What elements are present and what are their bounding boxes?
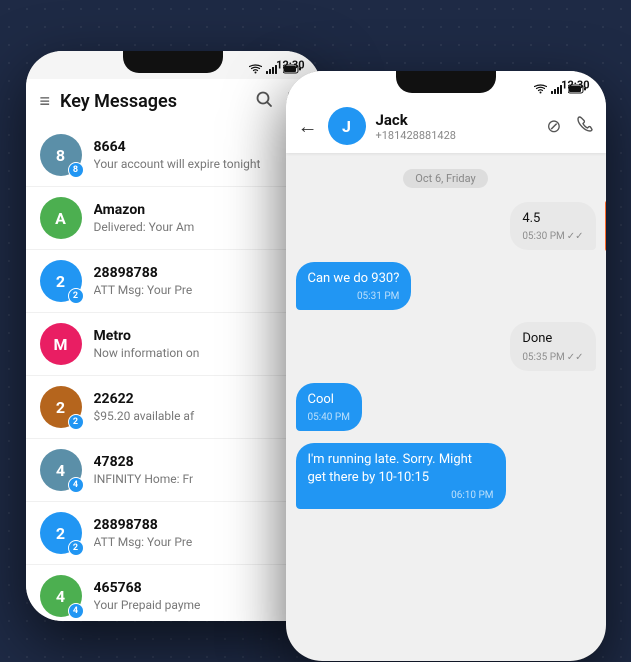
msg-sender: 47828: [94, 454, 307, 470]
checkmarks: ✓✓: [567, 231, 584, 242]
unread-badge: 2: [68, 414, 84, 430]
chat-screen: 12:30 ← J Jack +181428881428 ⊘: [286, 71, 606, 661]
avatar: 2 2: [40, 386, 82, 428]
menu-icon[interactable]: ≡: [40, 91, 51, 112]
avatar: 4 4: [40, 575, 82, 617]
bubble-time: 05:40 PM: [308, 412, 350, 423]
msg-sender: Metro: [94, 328, 307, 344]
chat-actions: ⊘: [546, 115, 593, 138]
bubble-text: I'm running late. Sorry. Might get there…: [308, 451, 494, 487]
list-item[interactable]: 8 8 8664 Your account will expire tonigh…: [26, 124, 321, 187]
app-bar-title: Key Messages: [60, 91, 244, 112]
chat-number: +181428881428: [376, 129, 537, 142]
msg-sender: 28898788: [94, 517, 307, 533]
msg-content: 22622 $95.20 available af: [94, 391, 307, 423]
msg-content: Amazon Delivered: Your Am: [94, 202, 295, 234]
back-status-bar: 12:30: [26, 51, 321, 79]
chat-message-received: 4.5 05:30 PM ✓✓: [296, 202, 596, 250]
bubble-text: 4.5: [522, 210, 583, 228]
back-button[interactable]: ←: [298, 114, 318, 139]
list-item[interactable]: 4 4 465768 Your Prepaid payme: [26, 565, 321, 621]
chat-avatar: J: [328, 107, 366, 145]
chat-name: Jack: [376, 111, 537, 129]
bubble-time: 05:30 PM ✓✓: [522, 231, 583, 242]
msg-content: 28898788 ATT Msg: Your Pre: [94, 517, 307, 549]
avatar: A: [40, 197, 82, 239]
date-divider: Oct 6, Friday: [403, 169, 487, 188]
chat-body: Oct 6, Friday 4.5 05:30 PM ✓✓ Can we do …: [286, 153, 606, 661]
avatar: 8 8: [40, 134, 82, 176]
unread-badge: 4: [68, 603, 84, 619]
chat-header: ← J Jack +181428881428 ⊘: [286, 99, 606, 153]
block-icon[interactable]: ⊘: [546, 116, 561, 137]
msg-preview: ATT Msg: Your Pre: [94, 283, 307, 297]
msg-sender: 22622: [94, 391, 307, 407]
wifi-icon: [249, 64, 262, 74]
bubble-text: Cool: [308, 391, 350, 409]
bubble-time: 06:10 PM: [308, 490, 494, 501]
chat-phone: 12:30 ← J Jack +181428881428 ⊘: [286, 71, 606, 661]
list-item[interactable]: 2 2 22622 $95.20 available af: [26, 376, 321, 439]
chat-message-received: Done 05:35 PM ✓✓: [296, 322, 596, 370]
unread-badge: 4: [68, 477, 84, 493]
msg-content: Metro Now information on: [94, 328, 307, 360]
avatar: 4 4: [40, 449, 82, 491]
unread-badge: 8: [68, 162, 84, 178]
msg-sender: 8664: [94, 139, 279, 155]
avatar: 2 2: [40, 512, 82, 554]
msg-sender: Amazon: [94, 202, 295, 218]
search-icon[interactable]: [255, 90, 273, 113]
bubble-time: 05:31 PM: [308, 291, 400, 302]
msg-content: 465768 Your Prepaid payme: [94, 580, 307, 612]
msg-preview: ATT Msg: Your Pre: [94, 535, 307, 549]
front-time: 12:30: [561, 79, 589, 92]
avatar: M: [40, 323, 82, 365]
list-item[interactable]: 2 2 28898788 ATT Msg: Your Pre: [26, 502, 321, 565]
msg-content: 28898788 ATT Msg: Your Pre: [94, 265, 307, 297]
phones-container: 12:30 ≡ Key Messages: [26, 21, 606, 641]
msg-content: 47828 INFINITY Home: Fr: [94, 454, 307, 486]
unread-badge: 2: [68, 288, 84, 304]
bubble: Can we do 930? 05:31 PM: [296, 262, 412, 310]
checkmarks: ✓✓: [567, 352, 584, 363]
chat-message-sent: I'm running late. Sorry. Might get there…: [296, 443, 596, 509]
msg-preview: $95.20 available af: [94, 409, 307, 423]
bubble: Cool 05:40 PM: [296, 383, 362, 431]
list-item[interactable]: 4 4 47828 INFINITY Home: Fr: [26, 439, 321, 502]
list-item[interactable]: A Amazon Delivered: Your Am: [26, 187, 321, 250]
bubble: 4.5 05:30 PM ✓✓: [510, 202, 595, 250]
bubble-text: Done: [522, 330, 583, 348]
messages-phone: 12:30 ≡ Key Messages: [26, 51, 321, 621]
msg-preview: Your Prepaid payme: [94, 598, 307, 612]
bubble: I'm running late. Sorry. Might get there…: [296, 443, 506, 509]
chat-message-sent: Can we do 930? 05:31 PM: [296, 262, 596, 310]
msg-sender: 28898788: [94, 265, 307, 281]
chat-message-sent: Cool 05:40 PM: [296, 383, 596, 431]
app-bar: ≡ Key Messages 01: [26, 79, 321, 124]
list-item[interactable]: 2 2 28898788 ATT Msg: Your Pre: [26, 250, 321, 313]
messages-screen: 12:30 ≡ Key Messages: [26, 51, 321, 621]
msg-preview: INFINITY Home: Fr: [94, 472, 307, 486]
front-wifi-icon: [534, 84, 547, 94]
chat-info: Jack +181428881428: [376, 111, 537, 142]
msg-preview: Delivered: Your Am: [94, 220, 295, 234]
front-status-bar: 12:30: [286, 71, 606, 99]
bubble-text: Can we do 930?: [308, 270, 400, 288]
message-list: 8 8 8664 Your account will expire tonigh…: [26, 124, 321, 621]
msg-preview: Your account will expire tonight: [94, 157, 279, 171]
back-time: 12:30: [276, 59, 304, 72]
list-item[interactable]: M Metro Now information on: [26, 313, 321, 376]
msg-content: 8664 Your account will expire tonight: [94, 139, 279, 171]
bubble: Done 05:35 PM ✓✓: [510, 322, 595, 370]
bubble-time: 05:35 PM ✓✓: [522, 352, 583, 363]
msg-preview: Now information on: [94, 346, 307, 360]
avatar: 2 2: [40, 260, 82, 302]
call-icon[interactable]: [576, 115, 594, 138]
msg-sender: 465768: [94, 580, 307, 596]
unread-badge: 2: [68, 540, 84, 556]
